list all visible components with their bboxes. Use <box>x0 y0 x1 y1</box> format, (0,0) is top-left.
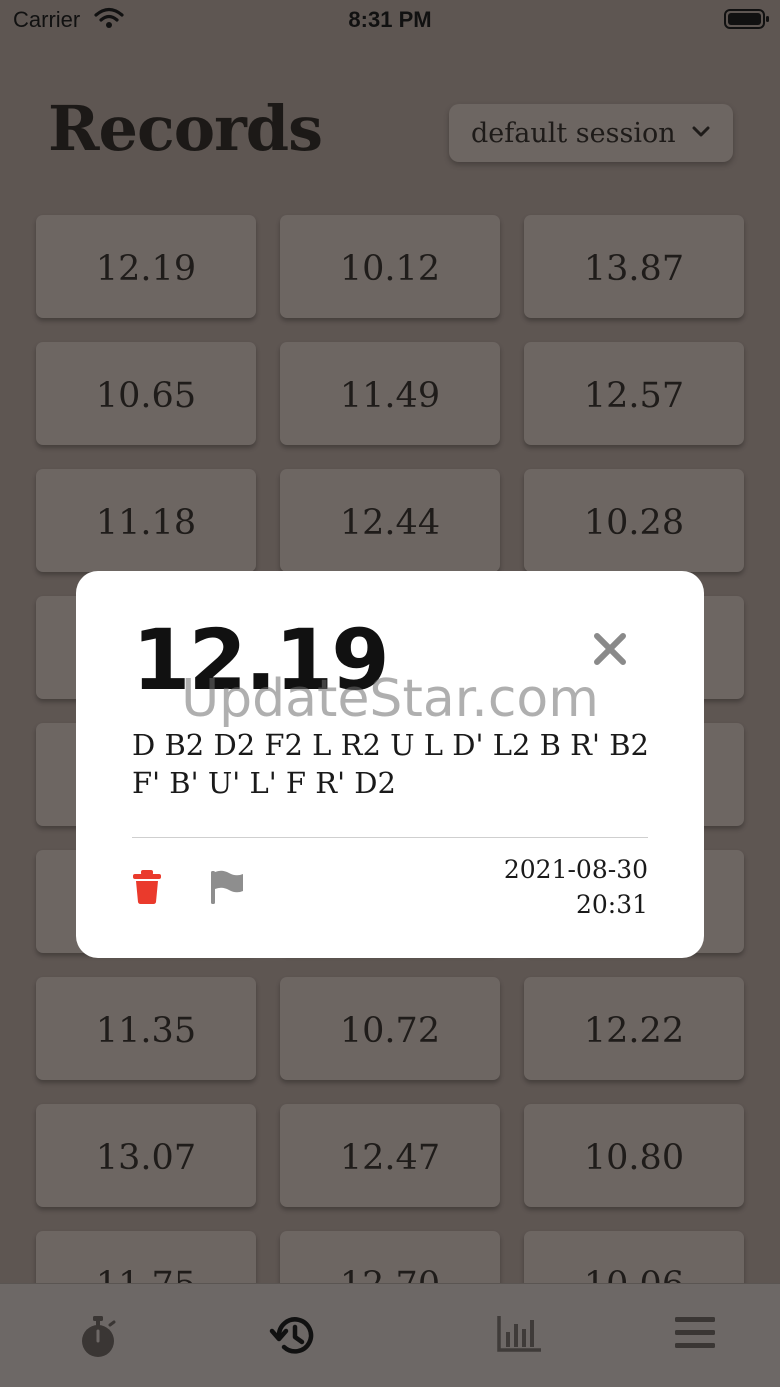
record-date: 2021-08-30 <box>503 855 648 884</box>
status-time: 8:31 PM <box>348 7 432 32</box>
record-value: 11.35 <box>95 1010 197 1051</box>
session-select-label: default session <box>471 117 676 149</box>
divider <box>132 837 648 838</box>
trash-icon[interactable] <box>132 869 162 905</box>
record-value: 12.19 <box>95 248 197 289</box>
record-tile[interactable]: 11.35 <box>36 977 256 1080</box>
record-tile[interactable]: 10.72 <box>280 977 500 1080</box>
record-tile[interactable]: 12.44 <box>280 469 500 572</box>
record-value: 10.80 <box>583 1137 685 1178</box>
record-tile[interactable]: 10.80 <box>524 1104 744 1207</box>
record-value: 11.18 <box>95 502 197 543</box>
record-tile[interactable]: 12.57 <box>524 342 744 445</box>
record-value: 10.72 <box>339 1010 441 1051</box>
tab-statistics[interactable] <box>422 1284 617 1387</box>
watermark-text: UpdateStar.com <box>181 669 599 729</box>
tab-bar <box>0 1283 780 1387</box>
record-tile[interactable]: 10.28 <box>524 469 744 572</box>
record-value: 12.22 <box>583 1010 685 1051</box>
chart-icon <box>496 1316 541 1352</box>
record-clock: 20:31 <box>575 890 648 919</box>
tab-menu[interactable] <box>597 1284 780 1387</box>
tab-timer[interactable] <box>0 1284 195 1387</box>
session-select[interactable]: default session <box>449 104 733 162</box>
record-tile[interactable]: 11.18 <box>36 469 256 572</box>
record-tile[interactable]: 13.07 <box>36 1104 256 1207</box>
record-value: 11.49 <box>339 375 441 416</box>
record-tile[interactable]: 12.47 <box>280 1104 500 1207</box>
history-icon <box>269 1317 313 1354</box>
record-tile[interactable]: 10.12 <box>280 215 500 318</box>
record-value: 12.44 <box>339 502 441 543</box>
record-value: 12.47 <box>339 1137 441 1178</box>
tab-history[interactable] <box>195 1284 390 1387</box>
scramble-line: F' B' U' L' F R' D2 <box>132 766 396 800</box>
flag-icon[interactable] <box>210 869 244 905</box>
battery-icon <box>724 9 769 29</box>
record-tile[interactable]: 11.49 <box>280 342 500 445</box>
record-tile[interactable]: 12.22 <box>524 977 744 1080</box>
scramble-text: D B2 D2 F2 L R2 U L D' L2 B R' B2 F' B' … <box>132 726 652 802</box>
page-title: Records <box>48 92 323 165</box>
close-icon[interactable] <box>592 631 628 667</box>
chevron-down-icon <box>692 126 710 137</box>
record-detail-modal: 12.19 UpdateStar.com D B2 D2 F2 L R2 U L… <box>76 571 704 958</box>
menu-icon <box>674 1317 715 1348</box>
record-value: 13.07 <box>95 1137 197 1178</box>
status-bar: Carrier 8:31 PM <box>0 0 780 40</box>
record-tile[interactable]: 12.19 <box>36 215 256 318</box>
stopwatch-icon <box>81 1316 115 1357</box>
record-value: 10.65 <box>95 375 197 416</box>
scramble-line: D B2 D2 F2 L R2 U L D' L2 B R' B2 <box>132 728 649 762</box>
record-value: 12.57 <box>583 375 685 416</box>
record-value: 10.12 <box>339 248 441 289</box>
record-tile[interactable]: 10.65 <box>36 342 256 445</box>
record-value: 10.28 <box>583 502 685 543</box>
record-value: 13.87 <box>583 248 685 289</box>
record-tile[interactable]: 13.87 <box>524 215 744 318</box>
